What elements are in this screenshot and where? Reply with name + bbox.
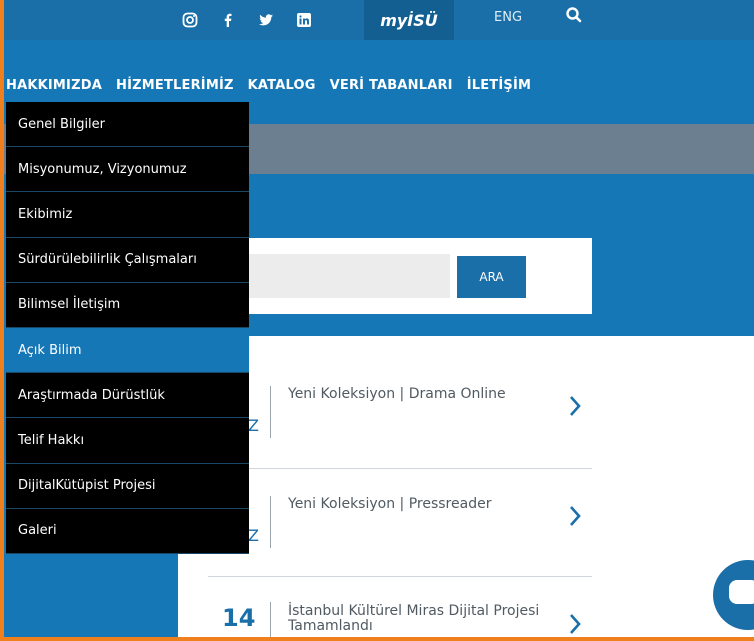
news-divider-line [208, 576, 592, 577]
social-links [180, 10, 314, 30]
nav-item-veri-tabanlari[interactable]: VERİ TABANLARI [330, 78, 453, 93]
menu-item-galeri[interactable]: Galeri [6, 509, 249, 554]
top-bar: myİSÜ ENG [0, 0, 754, 40]
menu-item-acik-bilim[interactable]: Açık Bilim [6, 327, 249, 374]
news-item[interactable]: Z Yeni Koleksiyon | Drama Online [208, 362, 592, 472]
search-input[interactable] [224, 254, 450, 298]
instagram-icon[interactable] [180, 10, 200, 30]
nav-item-hizmetlerimiz[interactable]: HİZMETLERİMİZ [116, 78, 234, 93]
news-title: Yeni Koleksiyon | Drama Online [288, 386, 506, 402]
news-month: Z [248, 526, 259, 545]
news-item[interactable]: 14 İstanbul Kültürel Miras Dijital Proje… [208, 580, 592, 641]
linkedin-icon[interactable] [294, 10, 314, 30]
news-date: 14 [222, 604, 256, 632]
menu-item-bilimsel-iletisim[interactable]: Bilimsel İletişim [6, 283, 249, 328]
search-button[interactable]: ARA [457, 256, 526, 298]
news-divider [270, 602, 271, 641]
menu-item-ekibimiz[interactable]: Ekibimiz [6, 192, 249, 238]
myisu-button[interactable]: myİSÜ [364, 0, 454, 40]
news-title: İstanbul Kültürel Miras Dijital Projesi … [288, 603, 540, 634]
facebook-icon[interactable] [218, 10, 238, 30]
chevron-right-icon[interactable] [568, 394, 582, 418]
menu-item-genel-bilgiler[interactable]: Genel Bilgiler [6, 102, 249, 148]
search-icon[interactable] [565, 6, 583, 24]
news-divider [270, 496, 271, 548]
news-item[interactable]: Z Yeni Koleksiyon | Pressreader [208, 472, 592, 582]
language-switch[interactable]: ENG [494, 10, 522, 25]
accent-border-bottom [0, 637, 754, 641]
twitter-icon[interactable] [256, 10, 276, 30]
page: myİSÜ ENG HAKKIMIZDA HİZMETLERİMİZ KATAL… [0, 0, 754, 641]
chat-bubble-icon [729, 580, 754, 604]
menu-item-misyonumuz[interactable]: Misyonumuz, Vizyonumuz [6, 147, 249, 193]
accent-border-left [0, 0, 4, 641]
chevron-right-icon[interactable] [568, 612, 582, 636]
chevron-right-icon[interactable] [568, 504, 582, 528]
news-divider [270, 386, 271, 438]
nav-item-hakkimizda[interactable]: HAKKIMIZDA [6, 78, 102, 93]
news-month: Z [248, 416, 259, 435]
menu-item-arastirmada-durustluk[interactable]: Araştırmada Dürüstlük [6, 373, 249, 419]
news-divider-line [208, 468, 592, 469]
menu-item-dijitalkutupist[interactable]: DijitalKütüpist Projesi [6, 464, 249, 509]
news-title: Yeni Koleksiyon | Pressreader [288, 496, 492, 512]
hakkimizda-dropdown-menu: Genel Bilgiler Misyonumuz, Vizyonumuz Ek… [6, 102, 249, 554]
menu-item-telif-hakki[interactable]: Telif Hakkı [6, 418, 249, 464]
nav-item-katalog[interactable]: KATALOG [248, 78, 316, 93]
menu-item-surdurulebilirlik[interactable]: Sürdürülebilirlik Çalışmaları [6, 238, 249, 283]
nav-item-iletisim[interactable]: İLETİŞİM [467, 78, 531, 93]
